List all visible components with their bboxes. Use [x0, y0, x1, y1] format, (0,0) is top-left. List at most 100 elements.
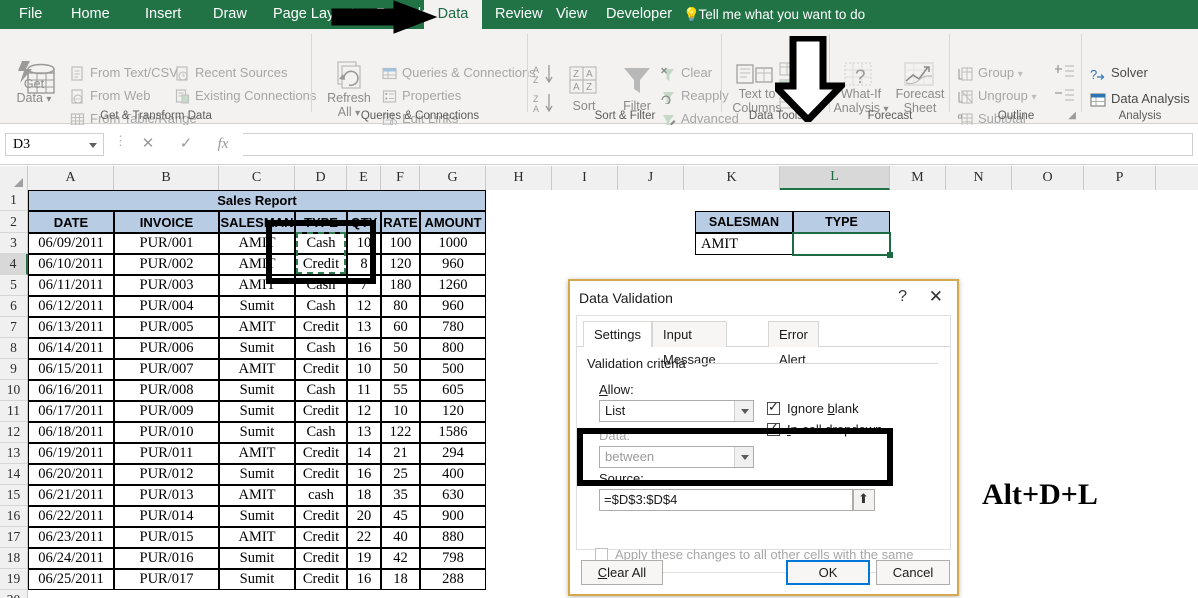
- tab-data[interactable]: Data: [424, 0, 482, 29]
- cell-rate-r18[interactable]: 42: [381, 548, 420, 569]
- tab-page-layout[interactable]: Page Layout: [262, 0, 365, 29]
- cell-salesman-r4[interactable]: AMIT: [219, 254, 295, 275]
- confirm-entry-icon[interactable]: ✓: [171, 133, 201, 156]
- dialog-tab-error-alert[interactable]: Error Alert: [768, 321, 819, 367]
- ok-button[interactable]: OK: [786, 560, 870, 585]
- cell-rate-r17[interactable]: 40: [381, 527, 420, 548]
- header-cell-amount[interactable]: AMOUNT: [420, 211, 486, 233]
- tab-developer[interactable]: Developer: [595, 0, 683, 29]
- cell-invoice-r10[interactable]: PUR/008: [114, 380, 219, 401]
- cell-invoice-r18[interactable]: PUR/016: [114, 548, 219, 569]
- cell-amount-r8[interactable]: 800: [420, 338, 486, 359]
- cell-salesman-r7[interactable]: AMIT: [219, 317, 295, 338]
- column-header-h[interactable]: H: [486, 166, 552, 190]
- cell-salesman-r8[interactable]: Sumit: [219, 338, 295, 359]
- cell-rate-r7[interactable]: 60: [381, 317, 420, 338]
- cell-amount-r10[interactable]: 605: [420, 380, 486, 401]
- cell-date-r8[interactable]: 06/14/2011: [28, 338, 114, 359]
- formula-input[interactable]: [243, 133, 1193, 156]
- row-header-6[interactable]: 6: [0, 296, 28, 317]
- row-header-10[interactable]: 10: [0, 380, 28, 401]
- cell-qty-r15[interactable]: 18: [347, 485, 381, 506]
- tab-insert[interactable]: Insert: [134, 0, 192, 29]
- cell-date-r14[interactable]: 06/20/2011: [28, 464, 114, 485]
- cell-qty-r19[interactable]: 16: [347, 569, 381, 590]
- cell-invoice-r16[interactable]: PUR/014: [114, 506, 219, 527]
- ungroup-button[interactable]: Ungroup ▾: [958, 88, 1037, 105]
- column-header-i[interactable]: I: [552, 166, 618, 190]
- cell-invoice-r13[interactable]: PUR/011: [114, 443, 219, 464]
- tab-draw[interactable]: Draw: [202, 0, 258, 29]
- cell-qty-r9[interactable]: 10: [347, 359, 381, 380]
- from-text-csv-button[interactable]: From Text/CSV: [70, 65, 178, 81]
- clear-all-button[interactable]: Clear All: [581, 560, 663, 585]
- cell-invoice-r8[interactable]: PUR/006: [114, 338, 219, 359]
- column-header-p[interactable]: P: [1084, 166, 1156, 190]
- outline-dialog-launcher[interactable]: ◢: [1068, 110, 1076, 121]
- cell-qty-r17[interactable]: 22: [347, 527, 381, 548]
- cell-rate-r12[interactable]: 122: [381, 422, 420, 443]
- cell-date-r6[interactable]: 06/12/2011: [28, 296, 114, 317]
- cell-type-r17[interactable]: Credit: [295, 527, 347, 548]
- cell-qty-r12[interactable]: 13: [347, 422, 381, 443]
- cell-rate-r16[interactable]: 45: [381, 506, 420, 527]
- insert-function-icon[interactable]: fx: [208, 133, 238, 156]
- cell-salesman-r3[interactable]: AMIT: [219, 233, 295, 254]
- cell-salesman-r9[interactable]: AMIT: [219, 359, 295, 380]
- row-header-9[interactable]: 9: [0, 359, 28, 380]
- column-header-o[interactable]: O: [1012, 166, 1084, 190]
- side-cell-salesman-value[interactable]: AMIT: [695, 233, 793, 255]
- side-header-type[interactable]: TYPE: [793, 211, 890, 233]
- cancel-entry-icon[interactable]: ✕: [133, 133, 163, 156]
- row-header-16[interactable]: 16: [0, 506, 28, 527]
- cell-date-r10[interactable]: 06/16/2011: [28, 380, 114, 401]
- column-header-n[interactable]: N: [946, 166, 1012, 190]
- hide-detail-icon[interactable]: [1055, 87, 1075, 105]
- cell-date-r4[interactable]: 06/10/2011: [28, 254, 114, 275]
- cancel-button[interactable]: Cancel: [876, 560, 950, 585]
- cell-qty-r16[interactable]: 20: [347, 506, 381, 527]
- cell-qty-r8[interactable]: 16: [347, 338, 381, 359]
- cell-type-r13[interactable]: Credit: [295, 443, 347, 464]
- cell-type-r9[interactable]: Credit: [295, 359, 347, 380]
- cell-type-r8[interactable]: Cash: [295, 338, 347, 359]
- tab-review[interactable]: Review: [484, 0, 554, 29]
- cell-amount-r14[interactable]: 400: [420, 464, 486, 485]
- cell-salesman-r10[interactable]: Sumit: [219, 380, 295, 401]
- in-cell-dropdown-checkbox[interactable]: [767, 420, 780, 436]
- cell-amount-r11[interactable]: 120: [420, 401, 486, 422]
- cell-type-r3[interactable]: Cash: [295, 233, 347, 254]
- cell-type-r18[interactable]: Credit: [295, 548, 347, 569]
- cell-rate-r14[interactable]: 25: [381, 464, 420, 485]
- cell-amount-r6[interactable]: 960: [420, 296, 486, 317]
- row-header-4[interactable]: 4: [0, 254, 28, 275]
- cell-salesman-r16[interactable]: Sumit: [219, 506, 295, 527]
- cell-rate-r5[interactable]: 180: [381, 275, 420, 296]
- row-header-2[interactable]: 2: [0, 211, 28, 233]
- cell-date-r18[interactable]: 06/24/2011: [28, 548, 114, 569]
- cell-invoice-r15[interactable]: PUR/013: [114, 485, 219, 506]
- cell-type-r19[interactable]: Credit: [295, 569, 347, 590]
- column-header-f[interactable]: F: [381, 166, 420, 190]
- column-header-g[interactable]: G: [420, 166, 486, 190]
- cell-type-r7[interactable]: Credit: [295, 317, 347, 338]
- dialog-tab-settings[interactable]: Settings: [583, 321, 652, 347]
- cell-salesman-r17[interactable]: AMIT: [219, 527, 295, 548]
- tell-me-box[interactable]: 💡 Tell me what you want to do: [683, 0, 865, 29]
- row-header-3[interactable]: 3: [0, 233, 28, 254]
- select-all-corner[interactable]: [0, 166, 28, 190]
- cell-invoice-r9[interactable]: PUR/007: [114, 359, 219, 380]
- row-header-11[interactable]: 11: [0, 401, 28, 422]
- cell-invoice-r6[interactable]: PUR/004: [114, 296, 219, 317]
- header-cell-rate[interactable]: RATE: [381, 211, 420, 233]
- cell-type-r6[interactable]: Cash: [295, 296, 347, 317]
- get-data-button[interactable]: Get Data ▾: [8, 77, 60, 107]
- cell-date-r11[interactable]: 06/17/2011: [28, 401, 114, 422]
- column-header-a[interactable]: A: [28, 166, 114, 190]
- column-header-j[interactable]: J: [618, 166, 684, 190]
- cell-amount-r18[interactable]: 798: [420, 548, 486, 569]
- cell-salesman-r6[interactable]: Sumit: [219, 296, 295, 317]
- column-header-q[interactable]: [1156, 166, 1198, 190]
- cell-qty-r11[interactable]: 12: [347, 401, 381, 422]
- cell-type-r15[interactable]: cash: [295, 485, 347, 506]
